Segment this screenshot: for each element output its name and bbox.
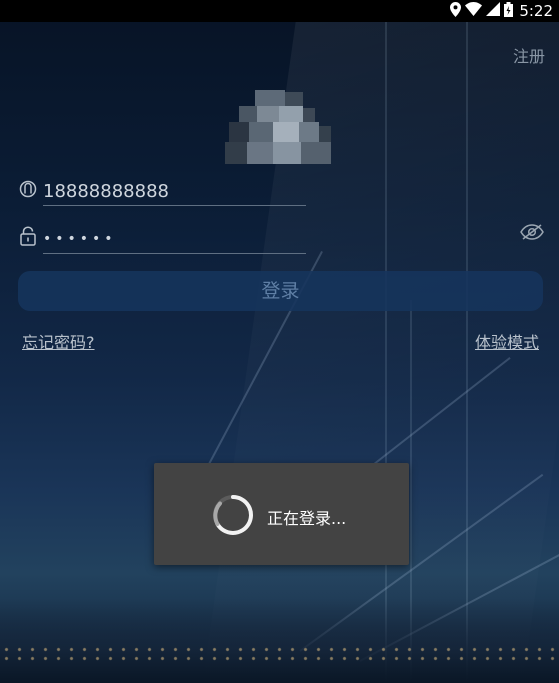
background-line [385, 22, 387, 682]
login-button[interactable]: 登录 [18, 271, 543, 311]
trial-mode-link[interactable]: 体验模式 [475, 329, 539, 353]
status-time: 5:22 [519, 2, 553, 20]
forgot-password-link[interactable]: 忘记密码? [22, 329, 95, 353]
status-bar: 5:22 [0, 0, 559, 22]
password-input[interactable]: •••••• [43, 226, 306, 254]
user-icon [19, 180, 37, 200]
status-icons [450, 1, 513, 21]
login-screen: 5:22 注册 18888888888 •••••• 登录 忘记密码? 体验模式 [0, 0, 559, 683]
location-icon [450, 1, 461, 21]
phone-input[interactable]: 18888888888 [43, 178, 306, 206]
background-city-skyline [0, 598, 559, 683]
eye-icon[interactable] [520, 223, 544, 241]
background-line [466, 22, 468, 682]
battery-icon [504, 1, 513, 21]
register-link[interactable]: 注册 [513, 43, 545, 67]
loading-message: 正在登录... [267, 509, 347, 528]
wifi-icon [465, 2, 482, 20]
spinner-icon [211, 493, 255, 537]
background-city-lights [0, 645, 559, 665]
avatar [225, 90, 331, 166]
lock-icon [19, 226, 37, 246]
signal-icon [486, 2, 500, 20]
loading-dialog: 正在登录... [154, 463, 409, 565]
